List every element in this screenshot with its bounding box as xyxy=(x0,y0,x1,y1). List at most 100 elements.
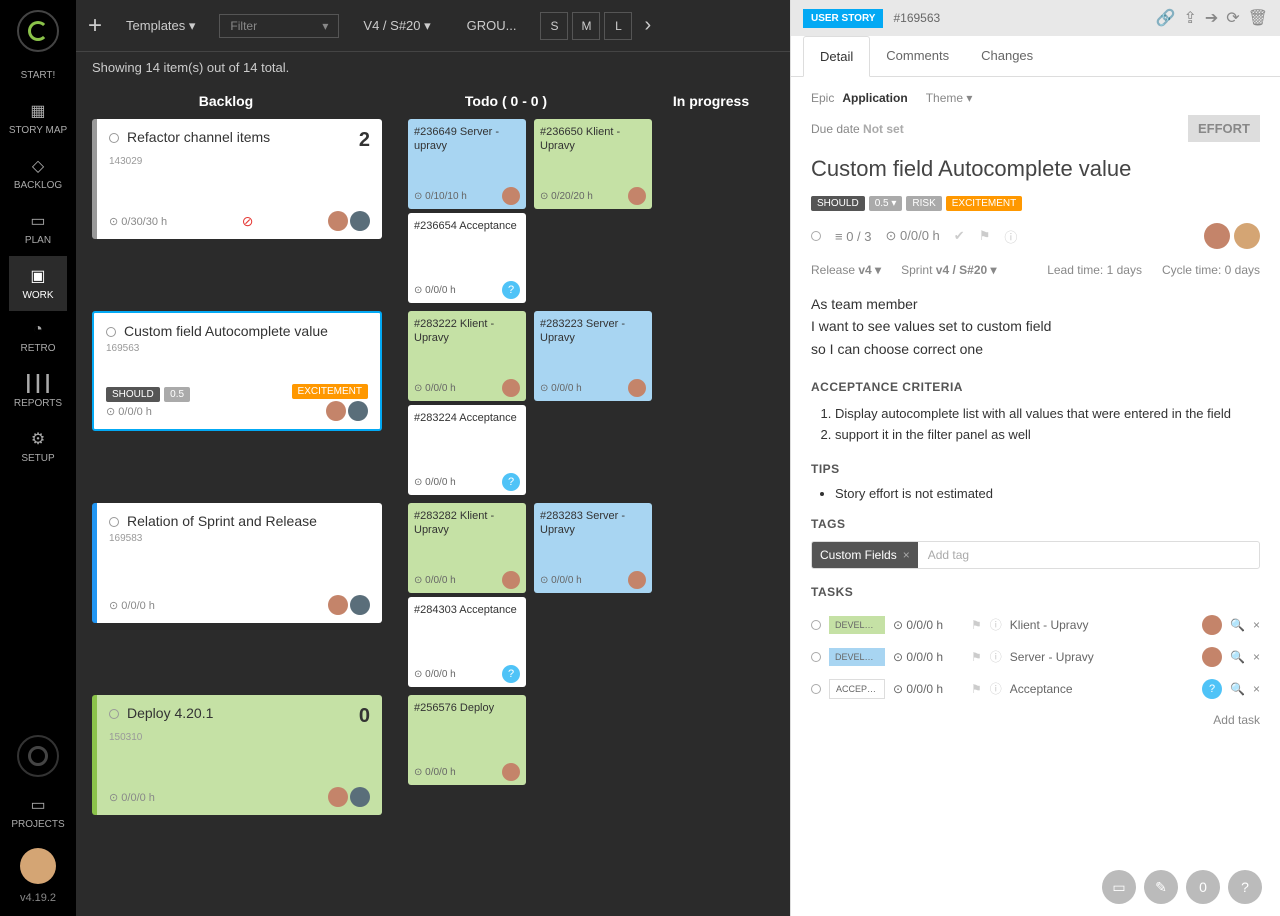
task-row[interactable]: ACCEPTAN...⊙ 0/0/0 h⚑ⓘAcceptance?🔍× xyxy=(811,673,1260,705)
task-dot[interactable] xyxy=(811,620,821,630)
nav-work[interactable]: ▣WORK xyxy=(9,256,67,311)
task-dot[interactable] xyxy=(811,684,821,694)
story-title[interactable]: Custom field Autocomplete value xyxy=(811,156,1260,182)
nav-backlog[interactable]: ◇BACKLOG xyxy=(9,146,67,201)
version-dropdown[interactable]: V4 / S#20 ▾ xyxy=(351,12,442,40)
avatar[interactable] xyxy=(348,401,368,421)
avatar[interactable] xyxy=(328,787,348,807)
help-icon[interactable]: ? xyxy=(502,281,520,299)
story-card[interactable]: Refactor channel items2143029⊙ 0/30/30 h… xyxy=(92,119,382,239)
add-task-button[interactable]: Add task xyxy=(811,713,1260,727)
avatar[interactable] xyxy=(502,571,520,589)
should-badge[interactable]: SHOULD xyxy=(811,196,865,211)
avatar[interactable] xyxy=(328,211,348,231)
tab-detail[interactable]: Detail xyxy=(803,36,870,77)
size-l[interactable]: L xyxy=(604,12,632,40)
task-avatar[interactable] xyxy=(1202,647,1222,667)
avatar[interactable] xyxy=(628,379,646,397)
info-icon[interactable]: ⓘ xyxy=(990,648,1002,665)
close-icon[interactable]: × xyxy=(1253,650,1260,664)
task-card[interactable]: #283223 Server - Upravy⊙ 0/0/0 h xyxy=(534,311,652,401)
avatar[interactable] xyxy=(502,187,520,205)
avatar[interactable] xyxy=(502,379,520,397)
epic-value[interactable]: Application xyxy=(842,91,907,105)
status-dot[interactable] xyxy=(109,709,119,719)
refresh-icon[interactable]: ⟳ xyxy=(1226,8,1239,28)
start-button[interactable]: START! xyxy=(0,60,76,91)
nav-plan[interactable]: ▭PLAN xyxy=(9,201,67,256)
fab-edit[interactable]: ✎ xyxy=(1144,870,1178,904)
logo[interactable] xyxy=(17,10,59,52)
tab-comments[interactable]: Comments xyxy=(870,36,965,76)
task-card[interactable]: #283224 Acceptance⊙ 0/0/0 h? xyxy=(408,405,526,495)
warning-icon[interactable]: ⊘ xyxy=(242,213,254,230)
task-avatar[interactable] xyxy=(1202,615,1222,635)
story-card[interactable]: Relation of Sprint and Release169583⊙ 0/… xyxy=(92,503,382,623)
help-icon[interactable]: ? xyxy=(502,665,520,683)
add-tag-input[interactable]: Add tag xyxy=(918,542,1259,568)
avatar[interactable] xyxy=(328,595,348,615)
status-dot[interactable] xyxy=(109,517,119,527)
close-icon[interactable]: × xyxy=(1253,618,1260,632)
assignee-avatar[interactable] xyxy=(1204,223,1230,249)
close-icon[interactable]: × xyxy=(1253,682,1260,696)
task-card[interactable]: #283222 Klient - Upravy⊙ 0/0/0 h xyxy=(408,311,526,401)
add-button[interactable]: + xyxy=(88,12,102,40)
size-m[interactable]: M xyxy=(572,12,600,40)
avatar[interactable] xyxy=(326,401,346,421)
nav-setup[interactable]: ⚙SETUP xyxy=(9,419,67,474)
delete-icon[interactable]: 🗑 xyxy=(1248,8,1268,28)
flag-icon[interactable]: ⚑ xyxy=(971,650,982,664)
fab-copy[interactable]: ▭ xyxy=(1102,870,1136,904)
assignee-avatar[interactable] xyxy=(1234,223,1260,249)
search-icon[interactable]: 🔍 xyxy=(1230,618,1245,632)
flag-icon[interactable]: ⚑ xyxy=(971,618,982,632)
task-card[interactable]: #236654 Acceptance⊙ 0/0/0 h? xyxy=(408,213,526,303)
size-s[interactable]: S xyxy=(540,12,568,40)
task-row[interactable]: DEVELOPM...⊙ 0/0/0 h⚑ⓘServer - Upravy🔍× xyxy=(811,641,1260,673)
group-dropdown[interactable]: GROU... xyxy=(455,12,529,39)
fab-count[interactable]: 0 xyxy=(1186,870,1220,904)
story-card[interactable]: Deploy 4.20.10150310⊙ 0/0/0 h xyxy=(92,695,382,815)
task-card[interactable]: #283282 Klient - Upravy⊙ 0/0/0 h xyxy=(408,503,526,593)
check-icon[interactable]: ✔ xyxy=(954,228,965,244)
task-dot[interactable] xyxy=(811,652,821,662)
nav-story-map[interactable]: ▦STORY MAP xyxy=(9,91,67,146)
avatar[interactable] xyxy=(628,571,646,589)
filter-input[interactable]: Filter▾ xyxy=(219,14,339,38)
tab-changes[interactable]: Changes xyxy=(965,36,1049,76)
tag-remove-icon[interactable]: × xyxy=(903,548,910,562)
avatar[interactable] xyxy=(350,211,370,231)
task-card[interactable]: #256576 Deploy⊙ 0/0/0 h xyxy=(408,695,526,785)
collapse-icon[interactable] xyxy=(17,735,59,777)
excitement-badge[interactable]: EXCITEMENT xyxy=(946,196,1022,211)
points-badge[interactable]: 0.5 ▾ xyxy=(869,196,903,211)
help-icon[interactable]: ? xyxy=(1202,679,1222,699)
nav-reports[interactable]: ┃┃┃REPORTS xyxy=(9,364,67,419)
user-avatar[interactable] xyxy=(20,848,56,884)
next-arrow[interactable]: › xyxy=(644,14,651,37)
search-icon[interactable]: 🔍 xyxy=(1230,682,1245,696)
task-row[interactable]: DEVELOPM...⊙ 0/0/0 h⚑ⓘKlient - Upravy🔍× xyxy=(811,609,1260,641)
share-icon[interactable]: ⇪ xyxy=(1183,8,1196,28)
status-dot[interactable] xyxy=(106,327,116,337)
status-dot[interactable] xyxy=(109,133,119,143)
tag-chip[interactable]: Custom Fields× xyxy=(812,542,918,568)
avatar[interactable] xyxy=(502,763,520,781)
link-icon[interactable]: 🔗 xyxy=(1156,8,1176,28)
task-card[interactable]: #284303 Acceptance⊙ 0/0/0 h? xyxy=(408,597,526,687)
theme-dropdown[interactable]: Theme ▾ xyxy=(926,91,973,105)
info-icon[interactable]: ⓘ xyxy=(990,616,1002,633)
description[interactable]: As team memberI want to see values set t… xyxy=(811,293,1260,360)
task-card[interactable]: #236649 Server - upravy⊙ 0/10/10 h xyxy=(408,119,526,209)
status-dot[interactable] xyxy=(811,231,821,241)
task-card[interactable]: #283283 Server - Upravy⊙ 0/0/0 h xyxy=(534,503,652,593)
avatar[interactable] xyxy=(350,787,370,807)
risk-badge[interactable]: RISK xyxy=(906,196,941,211)
avatar[interactable] xyxy=(628,187,646,205)
nav-retro[interactable]: ◔RETRO xyxy=(9,311,67,364)
task-card[interactable]: #236650 Klient - Upravy⊙ 0/20/20 h xyxy=(534,119,652,209)
avatar[interactable] xyxy=(350,595,370,615)
flag-icon[interactable]: ⚑ xyxy=(979,228,991,244)
effort-button[interactable]: EFFORT xyxy=(1188,115,1260,142)
